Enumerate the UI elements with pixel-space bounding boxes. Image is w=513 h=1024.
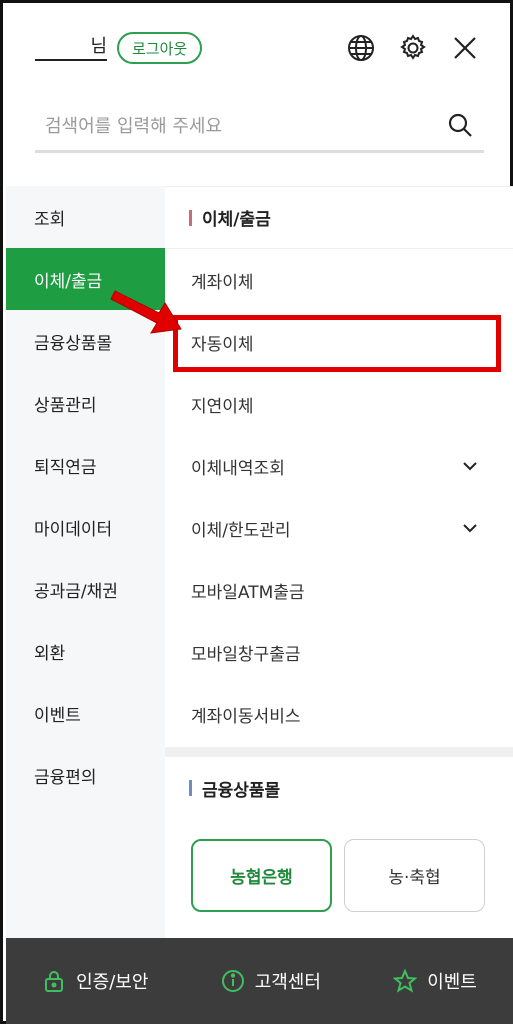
left-menu-item-utility-bonds[interactable]: 공과금/채권 (6, 558, 165, 620)
search-icon[interactable] (446, 111, 474, 139)
logout-button[interactable]: 로그아웃 (117, 32, 203, 64)
nh-bank-button[interactable]: 농협은행 (191, 839, 332, 912)
globe-icon[interactable] (346, 33, 376, 63)
highlight-box (173, 315, 501, 372)
lock-icon (42, 969, 66, 993)
submenu-label: 모바일ATM출금 (191, 582, 305, 603)
info-icon (221, 969, 245, 993)
chevron-down-icon[interactable] (461, 457, 479, 475)
section-title-transfer: 이체/출금 (165, 187, 513, 249)
close-icon[interactable] (450, 33, 480, 63)
left-menu-item-pension[interactable]: 퇴직연금 (6, 434, 165, 496)
bottom-item-events[interactable]: 이벤트 (392, 968, 477, 994)
bottom-bar: 인증/보안 고객센터 이벤트 (6, 938, 513, 1024)
left-menu-item-mydata[interactable]: 마이데이터 (6, 496, 165, 558)
submenu-label: 이체내역조회 (191, 458, 285, 479)
bottom-item-security[interactable]: 인증/보안 (42, 968, 148, 994)
submenu-item-mobile-atm[interactable]: 모바일ATM출금 (165, 559, 513, 621)
nh-cooperative-button[interactable]: 농·축협 (344, 839, 485, 912)
bottom-item-label: 인증/보안 (76, 972, 149, 993)
section-marker (189, 209, 192, 226)
submenu-label: 지연이체 (191, 396, 254, 417)
submenu-item-limit-management[interactable]: 이체/한도관리 (165, 497, 513, 559)
submenu-label: 계좌이체 (191, 272, 254, 293)
left-menu-item-events[interactable]: 이벤트 (6, 682, 165, 744)
star-icon (392, 968, 418, 993)
header-icons (346, 33, 480, 63)
submenu-label: 계좌이동서비스 (191, 706, 301, 727)
search-input[interactable]: 검색어를 입력해 주세요 (35, 112, 222, 138)
bottom-item-label: 이벤트 (427, 972, 477, 993)
submenu-panel: 이체/출금 계좌이체 자동이체 지연이체 이체내역조회 이체/한도관리 모바일A… (165, 186, 513, 938)
submenu-label: 모바일창구출금 (191, 644, 301, 665)
search-bar[interactable]: 검색어를 입력해 주세요 (35, 99, 484, 153)
bottom-item-support[interactable]: 고객센터 (221, 968, 321, 994)
app-frame: 님 로그아웃 검색어를 입력해 주세요 조회 이체/출금 금융상품몰 상품관리 … (0, 0, 513, 1024)
user-suffix: 님 (90, 36, 107, 57)
submenu-item-mobile-teller[interactable]: 모바일창구출금 (165, 621, 513, 683)
user-row: 님 로그아웃 (35, 31, 203, 65)
chevron-down-icon[interactable] (461, 519, 479, 537)
left-menu-item-inquiry[interactable]: 조회 (6, 186, 165, 248)
section-divider (165, 747, 513, 757)
left-menu-item-convenience[interactable]: 금융편의 (6, 744, 165, 806)
submenu-item-delayed-transfer[interactable]: 지연이체 (165, 373, 513, 435)
bank-buttons: 농협은행 농·축협 (165, 819, 513, 912)
submenu-label: 이체/한도관리 (191, 520, 291, 541)
section-title-text: 이체/출금 (202, 210, 271, 230)
left-menu-item-product-management[interactable]: 상품관리 (6, 372, 165, 434)
pointer-arrow (110, 290, 182, 334)
section-title-products: 금융상품몰 (165, 757, 513, 819)
submenu-item-transfer-history[interactable]: 이체내역조회 (165, 435, 513, 497)
left-menu-item-forex[interactable]: 외환 (6, 620, 165, 682)
section-marker (189, 780, 192, 796)
section-title-text: 금융상품몰 (202, 780, 281, 801)
bottom-item-label: 고객센터 (254, 972, 321, 993)
user-name: 님 (35, 35, 107, 61)
submenu-item-account-transfer[interactable]: 계좌이체 (165, 249, 513, 311)
submenu-item-account-switch[interactable]: 계좌이동서비스 (165, 683, 513, 745)
gear-icon[interactable] (398, 33, 428, 63)
